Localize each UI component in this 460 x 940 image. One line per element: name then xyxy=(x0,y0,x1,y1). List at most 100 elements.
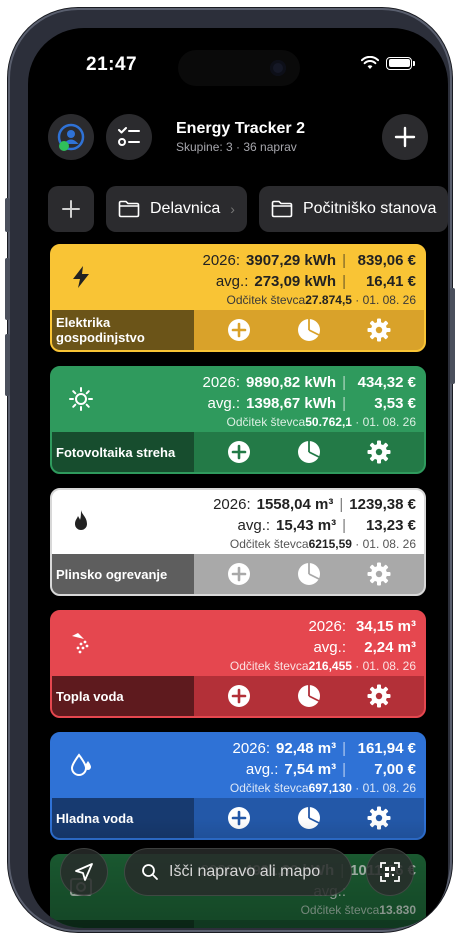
avg-consumption: 1398,67 kWh xyxy=(246,395,337,412)
add-reading-icon xyxy=(228,319,250,341)
avg-label: avg.: xyxy=(207,395,241,412)
folder-icon xyxy=(271,200,293,218)
avg-cost: 3,53 € xyxy=(374,395,416,412)
year-row: 2026: 1558,04 m³ | 1239,38 € xyxy=(116,494,416,515)
meter-reading: Odčitek števca27.874,5 · 01. 08. 26 xyxy=(116,292,416,308)
separator: | xyxy=(339,496,344,513)
separator: | xyxy=(342,761,346,778)
avg-row: avg.: 273,09 kWh | 16,41 € xyxy=(116,271,416,292)
device-settings-button[interactable] xyxy=(367,684,391,708)
year-row: 2026: 34,15 m³ xyxy=(116,616,416,637)
pie-chart-icon xyxy=(298,685,320,707)
volume-down-button xyxy=(5,334,10,396)
separator: | xyxy=(342,740,346,757)
checklist-button[interactable] xyxy=(106,114,152,160)
phone-frame: 21:47 Energy Tracker 2 Skupine: 3 · 36 n… xyxy=(5,8,455,932)
scan-qr-button[interactable] xyxy=(366,848,414,896)
meter-value: 50.762,1 xyxy=(305,415,352,429)
pie-chart-icon xyxy=(298,441,320,463)
statistics-button[interactable] xyxy=(297,684,321,708)
year-label: 2026: xyxy=(202,252,241,269)
plus-icon xyxy=(62,200,80,218)
meter-reading: Odčitek števca50.762,1 · 01. 08. 26 xyxy=(116,414,416,430)
avg-label: avg.: xyxy=(237,517,271,534)
add-reading-icon xyxy=(228,563,250,585)
meter-date: · 01. 08. 26 xyxy=(351,293,416,307)
avg-label: avg.: xyxy=(215,273,249,290)
separator: | xyxy=(342,374,346,391)
add-device-button[interactable] xyxy=(382,114,428,160)
avg-label: avg.: xyxy=(313,639,346,656)
meter-date: · 01. 08. 26 xyxy=(351,537,416,551)
gear-icon xyxy=(367,440,391,464)
location-button[interactable] xyxy=(60,848,108,896)
search-input[interactable] xyxy=(169,863,339,881)
device-card[interactable]: 2026: 3907,29 kWh | 839,06 € avg.: 273,0… xyxy=(50,244,426,352)
year-label: 2026: xyxy=(202,374,241,391)
avg-consumption: 15,43 m³ xyxy=(276,517,337,534)
year-consumption: 1558,04 m³ xyxy=(256,496,334,513)
water-drop-icon xyxy=(68,752,94,778)
separator: | xyxy=(342,517,346,534)
device-stats: 2026: 1558,04 m³ | 1239,38 € avg.: 15,43… xyxy=(116,494,416,552)
meter-value: 697,130 xyxy=(308,781,352,795)
device-settings-button[interactable] xyxy=(367,318,391,342)
device-settings-button[interactable] xyxy=(367,440,391,464)
profile-sync-icon xyxy=(57,123,85,151)
device-name: Fotovoltaika streha xyxy=(52,432,194,472)
statistics-button[interactable] xyxy=(297,318,321,342)
avg-row: avg.: 1398,67 kWh | 3,53 € xyxy=(116,393,417,414)
avg-row: avg.: 7,54 m³ | 7,00 € xyxy=(116,759,416,780)
shower-icon xyxy=(68,630,94,656)
add-reading-button[interactable] xyxy=(227,562,251,586)
meter-date: · 01. 08. 26 xyxy=(351,781,416,795)
device-stats: 2026: 34,15 m³ avg.: 2,24 m³ Odčitek šte… xyxy=(116,616,416,674)
device-name: Topla voda xyxy=(52,676,194,716)
meter-value: 27.874,5 xyxy=(305,293,352,307)
statistics-button[interactable] xyxy=(297,562,321,586)
avg-cost: 16,41 € xyxy=(365,273,416,290)
device-actions xyxy=(194,676,424,716)
device-card[interactable]: 2026: 9890,82 kWh | 434,32 € avg.: 1398,… xyxy=(50,366,426,474)
location-arrow-icon xyxy=(75,863,93,881)
search-bar[interactable] xyxy=(124,848,352,896)
add-reading-button[interactable] xyxy=(227,440,251,464)
pie-chart-icon xyxy=(298,563,320,585)
meter-label: Odčitek števca xyxy=(226,293,306,307)
folder-chip[interactable]: Delavnica › xyxy=(106,186,247,232)
separator: | xyxy=(342,273,346,290)
app-title: Energy Tracker 2 xyxy=(176,120,305,137)
year-consumption: 9890,82 kWh xyxy=(246,374,337,391)
gear-icon xyxy=(367,318,391,342)
folder-label: Delavnica xyxy=(150,200,221,217)
folder-chip[interactable]: Počitniško stanova xyxy=(258,186,448,232)
year-cost: 1239,38 € xyxy=(349,496,416,513)
meter-reading: Odčitek števca216,455 · 01. 08. 26 xyxy=(116,658,416,674)
dynamic-island xyxy=(178,50,300,86)
add-reading-button[interactable] xyxy=(227,684,251,708)
flame-icon xyxy=(68,508,94,534)
battery-icon xyxy=(386,56,415,70)
year-cost: 839,06 € xyxy=(357,252,416,269)
plus-icon xyxy=(394,126,416,148)
statistics-button[interactable] xyxy=(297,440,321,464)
year-cost: 434,32 € xyxy=(357,374,416,391)
device-settings-button[interactable] xyxy=(367,562,391,586)
app-subtitle: Skupine: 3 · 36 naprav xyxy=(176,140,297,154)
device-card[interactable]: 2026: 1558,04 m³ | 1239,38 € avg.: 15,43… xyxy=(50,488,426,596)
action-button xyxy=(5,198,10,232)
device-card[interactable]: 2026: 34,15 m³ avg.: 2,24 m³ Odčitek šte… xyxy=(50,610,426,718)
gear-icon xyxy=(367,562,391,586)
folder-row: Delavnica › Počitniško stanova xyxy=(48,186,448,232)
profile-button[interactable] xyxy=(48,114,94,160)
status-time: 21:47 xyxy=(86,54,138,75)
volume-up-button xyxy=(5,258,10,320)
add-reading-button[interactable] xyxy=(227,318,251,342)
wifi-icon xyxy=(361,56,379,69)
year-label: 2026: xyxy=(213,496,251,513)
add-folder-button[interactable] xyxy=(48,186,94,232)
device-name: Plinsko ogrevanje xyxy=(52,554,194,594)
search-icon xyxy=(142,864,158,880)
bolt-icon xyxy=(68,264,94,290)
year-consumption: 92,48 m³ xyxy=(276,740,337,757)
